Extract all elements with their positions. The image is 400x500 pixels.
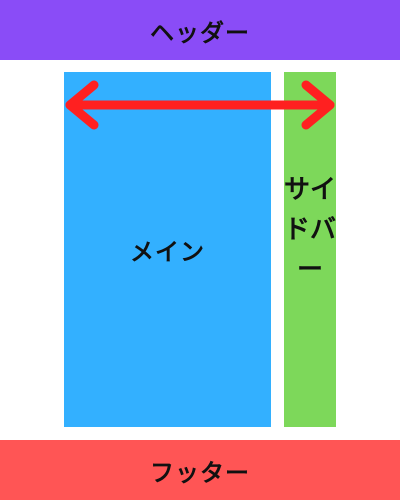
header-region: ヘッダー [0,0,400,60]
footer-label: フッター [150,458,250,487]
header-label: ヘッダー [150,18,250,47]
footer-region: フッター [0,440,400,500]
sidebar-region: サイドバー [284,72,336,427]
main-label: メイン [130,238,205,266]
sidebar-label: サイドバー [284,175,337,285]
main-region: メイン [64,72,271,427]
